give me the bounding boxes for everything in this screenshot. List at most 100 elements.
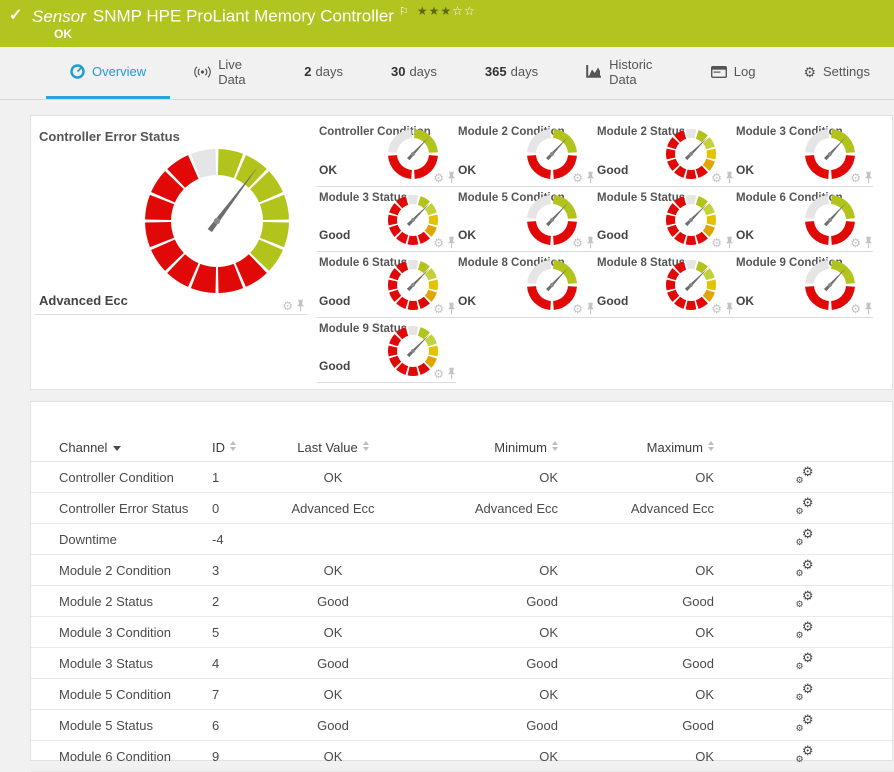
pin-icon[interactable]	[296, 299, 305, 312]
flag-icon[interactable]: ⚐	[399, 6, 409, 18]
cell-channel[interactable]: Module 3 Status	[31, 647, 211, 679]
column-header-id[interactable]: ID	[211, 434, 271, 462]
gauge-cell-actions[interactable]: ⚙	[711, 171, 734, 184]
gauge-cell-actions[interactable]: ⚙	[572, 302, 595, 315]
channel-settings-icon[interactable]: ⚙ ⚙	[796, 682, 814, 702]
gauge-cell-actions[interactable]: ⚙	[433, 171, 456, 184]
channel-settings-icon[interactable]: ⚙ ⚙	[796, 558, 814, 578]
gauge-cell[interactable]: Module 8 Status Good ⚙	[595, 252, 734, 318]
tab-log[interactable]: Log	[687, 47, 780, 99]
pin-icon[interactable]	[586, 171, 595, 184]
gauge-cell-actions[interactable]: ⚙	[572, 236, 595, 249]
gauge-cell[interactable]: Module 3 Condition OK ⚙	[734, 121, 873, 187]
pin-icon[interactable]	[864, 236, 873, 249]
channel-settings-icon[interactable]: ⚙ ⚙	[796, 713, 814, 733]
channel-settings-icon[interactable]: ⚙ ⚙	[796, 527, 814, 547]
pin-icon[interactable]	[864, 302, 873, 315]
channel-settings-icon[interactable]: ⚙ ⚙	[796, 465, 814, 485]
cell-channel[interactable]: Controller Error Status	[31, 492, 211, 524]
priority-stars[interactable]: ★★★☆☆	[417, 4, 476, 18]
gauge-gear-icon[interactable]: ⚙	[433, 172, 444, 184]
pin-icon[interactable]	[447, 171, 456, 184]
gauge-gear-icon[interactable]: ⚙	[850, 303, 861, 315]
channel-settings-icon[interactable]: ⚙ ⚙	[796, 589, 814, 609]
column-header-minimum[interactable]: Minimum	[395, 434, 559, 462]
cell-minimum: Good	[395, 585, 559, 617]
gauge-chart-slot	[803, 193, 857, 252]
gauge-gear-icon[interactable]: ⚙	[850, 237, 861, 249]
cell-channel[interactable]: Module 2 Status	[31, 585, 211, 617]
tab-days[interactable]: 30 days	[367, 47, 461, 99]
gauge-cell-actions[interactable]: ⚙	[433, 367, 456, 380]
gauge-gear-icon[interactable]: ⚙	[850, 172, 861, 184]
gauge-cell[interactable]: Module 9 Condition OK ⚙	[734, 252, 873, 318]
gauge-cell-actions[interactable]: ⚙	[711, 236, 734, 249]
gauge-cell-actions[interactable]: ⚙	[850, 302, 873, 315]
table-row: Controller Error Status 0 Advanced Ecc Adva…	[31, 492, 894, 524]
gauge-cell[interactable]: Module 8 Condition OK ⚙	[456, 252, 595, 318]
tab-settings[interactable]: ⚙ Settings	[779, 47, 894, 99]
pin-icon[interactable]	[725, 302, 734, 315]
gauge-cell-main[interactable]: Controller Error Status Advanced Ecc ⚙	[35, 121, 307, 315]
pin-icon[interactable]	[447, 367, 456, 380]
tab-historic-data[interactable]: Historic Data	[562, 47, 687, 99]
tab-days[interactable]: 2 days	[280, 47, 367, 99]
channel-settings-icon[interactable]: ⚙ ⚙	[796, 620, 814, 640]
gauge-gear-icon[interactable]: ⚙	[433, 237, 444, 249]
cell-channel[interactable]: Downtime	[31, 523, 211, 555]
gauge-cell-actions[interactable]: ⚙	[282, 299, 305, 312]
gauge-gear-icon[interactable]: ⚙	[282, 300, 293, 312]
channel-settings-icon[interactable]: ⚙ ⚙	[796, 651, 814, 671]
gauge-cell-actions[interactable]: ⚙	[850, 236, 873, 249]
gauge-cell-actions[interactable]: ⚙	[711, 302, 734, 315]
tab-overview[interactable]: Overview	[46, 47, 171, 99]
channel-settings-icon[interactable]: ⚙ ⚙	[796, 744, 814, 764]
cell-channel[interactable]: Module 5 Status	[31, 709, 211, 741]
pin-icon[interactable]	[864, 171, 873, 184]
gauge-cell[interactable]: Controller Condition OK ⚙	[317, 121, 456, 187]
cell-channel[interactable]: Controller Condition	[31, 461, 211, 493]
gauge-cell[interactable]: Module 6 Condition OK ⚙	[734, 187, 873, 252]
gauge-gear-icon[interactable]: ⚙	[711, 303, 722, 315]
gauge-cell-actions[interactable]: ⚙	[572, 171, 595, 184]
gauge-cell-actions[interactable]: ⚙	[850, 171, 873, 184]
gauge-gear-icon[interactable]: ⚙	[711, 237, 722, 249]
pin-icon[interactable]	[725, 236, 734, 249]
column-header-last-value[interactable]: Last Value	[271, 434, 395, 462]
gauge-cell[interactable]: Module 5 Status Good ⚙	[595, 187, 734, 252]
gauge-chart	[805, 260, 855, 310]
gauge-cell[interactable]: Module 3 Status Good ⚙	[317, 187, 456, 252]
gauge-gear-icon[interactable]: ⚙	[572, 172, 583, 184]
gauge-gear-icon[interactable]: ⚙	[572, 303, 583, 315]
gauge-cell[interactable]: Module 9 Status Good ⚙	[317, 318, 456, 383]
cell-maximum: OK	[559, 616, 715, 648]
cell-channel[interactable]: Module 5 Condition	[31, 678, 211, 710]
gauge-cell[interactable]: Module 2 Condition OK ⚙	[456, 121, 595, 187]
pin-icon[interactable]	[447, 236, 456, 249]
channel-settings-icon[interactable]: ⚙ ⚙	[796, 496, 814, 516]
pin-icon[interactable]	[447, 302, 456, 315]
gauge-chart	[388, 129, 438, 179]
pin-icon[interactable]	[586, 236, 595, 249]
column-header-channel[interactable]: Channel	[31, 434, 211, 462]
cell-channel[interactable]: Module 6 Condition	[31, 740, 211, 772]
cell-channel[interactable]: Module 3 Condition	[31, 616, 211, 648]
gauge-gear-icon[interactable]: ⚙	[711, 172, 722, 184]
gauge-gear-icon[interactable]: ⚙	[572, 237, 583, 249]
gauge-cell-actions[interactable]: ⚙	[433, 236, 456, 249]
pin-icon[interactable]	[586, 302, 595, 315]
gauge-gear-icon[interactable]: ⚙	[433, 303, 444, 315]
gauge-cell[interactable]: Module 5 Condition OK ⚙	[456, 187, 595, 252]
cell-last-value: Good	[271, 647, 395, 679]
pin-icon[interactable]	[725, 171, 734, 184]
cell-maximum: Good	[559, 709, 715, 741]
gauge-cell[interactable]: Module 6 Status Good ⚙	[317, 252, 456, 318]
cell-channel[interactable]: Module 2 Condition	[31, 554, 211, 586]
gauge-cell[interactable]: Module 2 Status Good ⚙	[595, 121, 734, 187]
tab-days[interactable]: 365 days	[461, 47, 562, 99]
page-title: SNMP HPE ProLiant Memory Controller	[92, 6, 394, 26]
gauge-cell-actions[interactable]: ⚙	[433, 302, 456, 315]
gauge-gear-icon[interactable]: ⚙	[433, 368, 444, 380]
tab-live-data[interactable]: Live Data	[170, 47, 280, 99]
column-header-maximum[interactable]: Maximum	[559, 434, 715, 462]
